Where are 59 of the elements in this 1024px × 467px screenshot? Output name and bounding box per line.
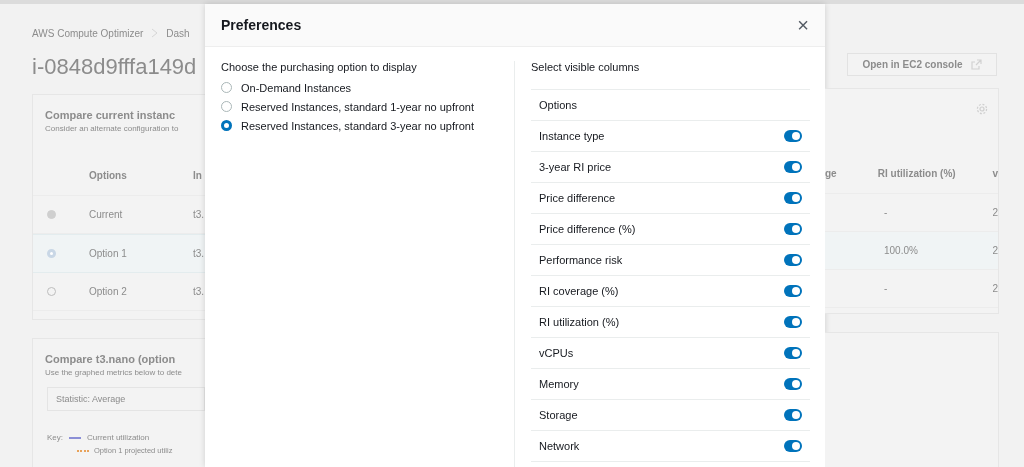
radio-button[interactable] xyxy=(221,101,232,112)
card-subtitle: Use the graphed metrics below to dete xyxy=(44,367,183,377)
table-cell: 2 xyxy=(992,245,998,256)
column-option-label: RI utilization (%) xyxy=(539,316,620,328)
card-title: Compare current instanc xyxy=(44,108,177,121)
toggle-switch[interactable] xyxy=(784,161,802,173)
table-cell: 2 xyxy=(992,283,998,294)
column-header: In xyxy=(193,169,202,181)
chevron-right-icon xyxy=(151,28,159,38)
table-cell-text: Option 2 xyxy=(88,286,128,297)
toggle-switch[interactable] xyxy=(784,285,802,297)
radio-button[interactable] xyxy=(221,82,232,93)
radio-group-label: Choose the purchasing option to display xyxy=(221,61,418,73)
table-cell-text: - xyxy=(884,283,889,294)
radio-option[interactable]: Reserved Instances, standard 3-year no upfront xyxy=(221,116,474,135)
toggle-switch[interactable] xyxy=(784,378,802,390)
table-cell: t3. xyxy=(193,248,205,259)
table-cell-text: 100.0% xyxy=(884,245,919,256)
column-option-label: Network xyxy=(539,440,580,452)
toggle-switch[interactable] xyxy=(784,223,802,235)
dialog-title: Preferences xyxy=(221,17,302,33)
column-header: ge xyxy=(825,167,838,179)
toggle-switch[interactable] xyxy=(784,192,802,204)
radio-option[interactable]: On-Demand Instances xyxy=(221,78,352,97)
column-header: Options xyxy=(89,169,128,181)
column-option-label: Price difference xyxy=(539,192,616,204)
radio-option[interactable]: Reserved Instances, standard 1-year no upfront xyxy=(221,97,474,116)
page-title: i-0848d9fffa149d xyxy=(32,54,198,81)
card-title: Compare t3.nano (option xyxy=(44,352,177,365)
column-option-label: RI coverage (%) xyxy=(539,285,619,297)
column-option-label: Price difference (%) xyxy=(539,223,636,235)
column-option-label: 3-year RI price xyxy=(539,161,612,173)
toggle-switch[interactable] xyxy=(784,440,802,452)
column-option-label: Memory xyxy=(539,378,579,390)
table-cell-text: - xyxy=(884,207,889,218)
column-option-label: vCPUs xyxy=(539,347,574,359)
table-cell-text: Option 1 xyxy=(88,248,128,259)
column-header: v xyxy=(992,167,998,179)
table-cell-text: Current xyxy=(88,209,124,220)
table-cell: 2 xyxy=(992,207,998,218)
legend-title: Key: xyxy=(47,433,63,442)
column-option-label: Storage xyxy=(539,409,578,421)
toggle-switch[interactable] xyxy=(784,254,802,266)
column-option-label: Options xyxy=(539,99,577,111)
section-label: Select visible columns xyxy=(531,61,641,73)
column-option-label: Performance risk xyxy=(539,254,623,266)
table-cell: t3. xyxy=(193,286,205,297)
column-header: RI utilization (%) xyxy=(877,166,957,180)
card-subtitle: Consider an alternate configuration to xyxy=(44,123,180,133)
close-button[interactable]: × xyxy=(797,15,809,35)
legend-label: Current utilization xyxy=(87,433,150,442)
toggle-switch[interactable] xyxy=(784,316,802,328)
toggle-switch[interactable] xyxy=(784,409,802,421)
external-link-icon xyxy=(970,59,982,70)
toggle-switch[interactable] xyxy=(784,347,802,359)
radio-button[interactable] xyxy=(221,120,232,131)
table-cell: t3. xyxy=(193,209,205,220)
toggle-switch[interactable] xyxy=(784,130,802,142)
column-option-label: Instance type xyxy=(539,130,605,142)
